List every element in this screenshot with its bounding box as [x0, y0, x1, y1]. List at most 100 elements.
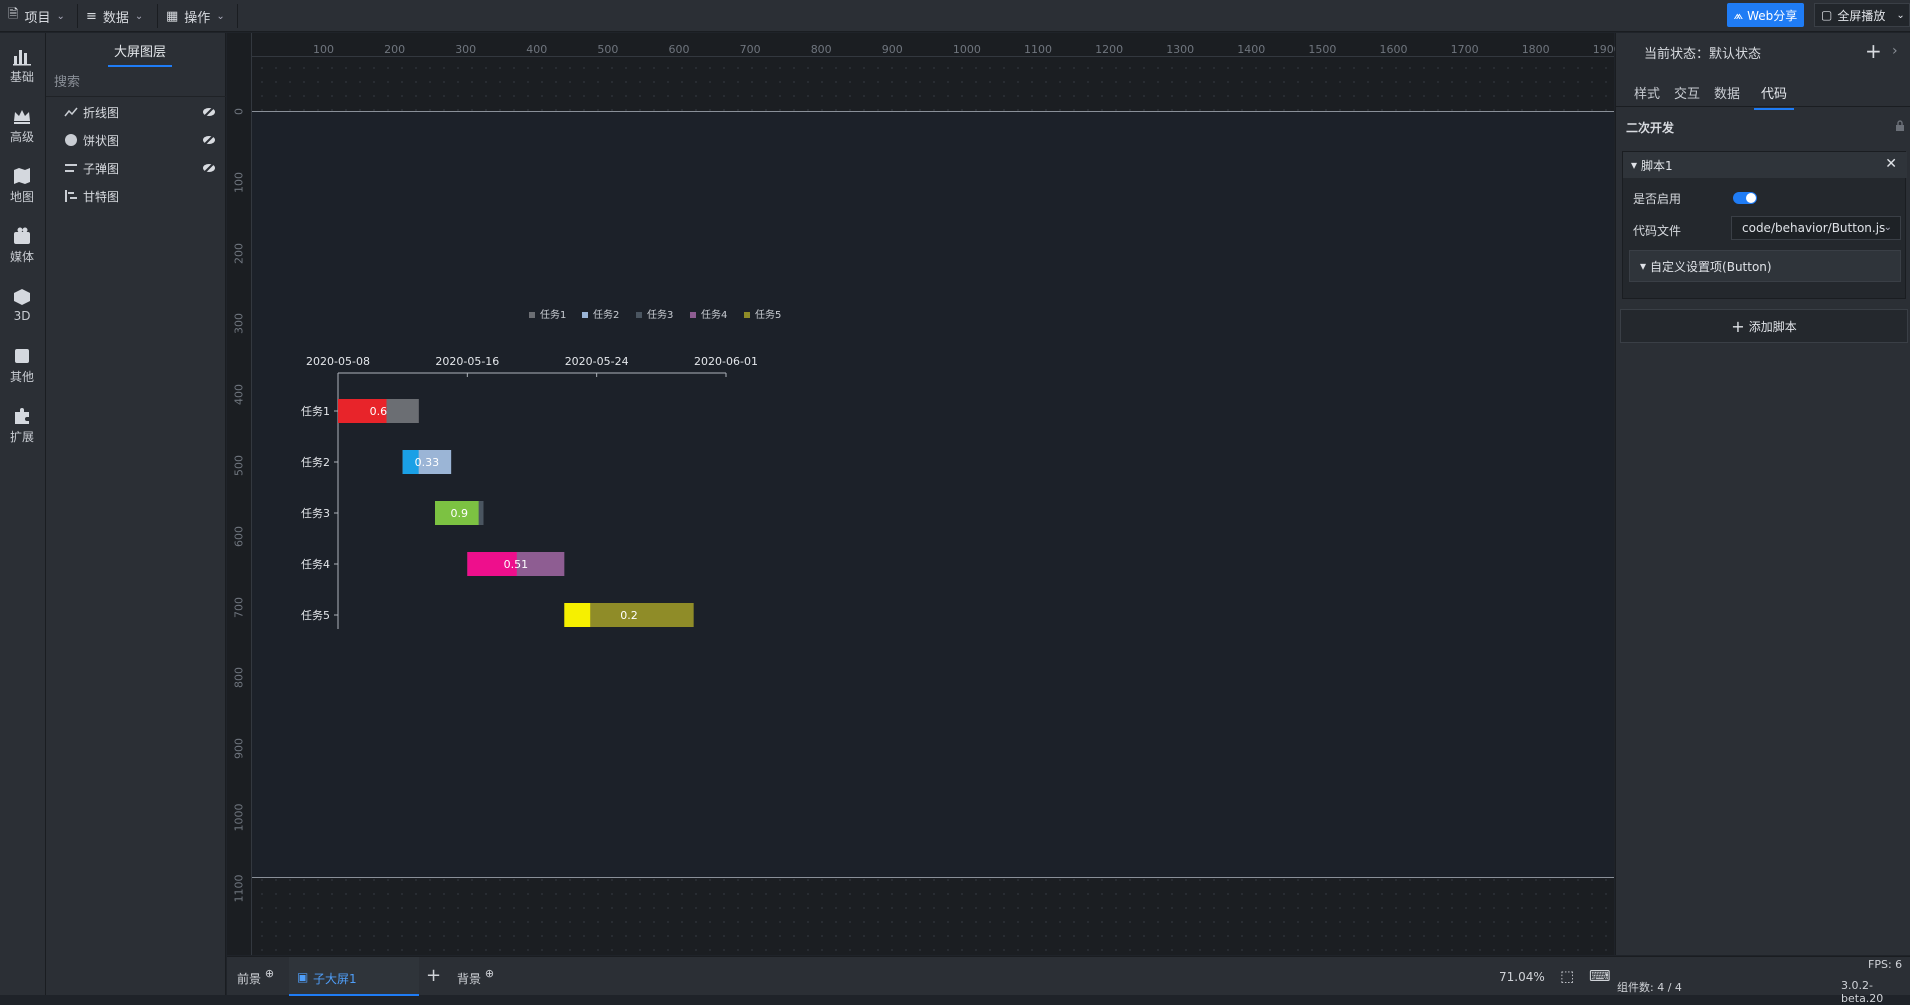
ruler-tick-label: 700 [739, 43, 761, 56]
current-state-label[interactable]: 当前状态：默认状态 [1644, 43, 1761, 62]
layer-panel-title[interactable]: 大屏图层 [108, 41, 172, 67]
add-tab-button[interactable]: + [426, 965, 441, 986]
legend-swatch [529, 312, 535, 318]
vertical-ruler: 0 100 200 300 400 500 600 700 800 900 1000 1100 [227, 33, 252, 955]
gantt-chart[interactable]: 任务1 任务2 任务3 任务4 任务5 2020-05-08 2020-05-16 2020-… [252, 112, 1614, 879]
web-share-button[interactable]: ⩕ Web分享 [1727, 3, 1804, 27]
layer-item-bullet-chart[interactable]: 子弹图 [46, 155, 226, 181]
big-screen-artboard[interactable]: 任务1 任务2 任务3 任务4 任务5 2020-05-08 2020-05-16 2020-… [252, 111, 1614, 878]
layer-item-gantt-chart[interactable]: 甘特图 [46, 183, 226, 209]
category-3d[interactable]: 3D [0, 279, 44, 331]
gantt-bar-label: 0.6 [370, 405, 388, 418]
fullscreen-label: 全屏播放 [1837, 8, 1886, 23]
chevron-down-icon: ⌄ [56, 10, 65, 22]
category-basic[interactable]: 基础 [0, 39, 44, 91]
component-category-bar: 基础 高级 地图 媒体 3D 其他 扩展 [0, 33, 46, 995]
category-advanced[interactable]: 高级 [0, 99, 44, 151]
grid-icon: ▦ [166, 8, 179, 24]
y-axis-tick-label: 任务1 [301, 405, 330, 418]
menu-label: 项目 [24, 10, 51, 26]
crown-icon [14, 109, 30, 124]
foreground-tab[interactable]: 前景 ⊕ [237, 967, 274, 987]
legend-swatch [636, 312, 642, 318]
code-file-label: 代码文件 [1633, 224, 1682, 238]
ruler-tick-label: 1100 [1024, 43, 1052, 56]
legend-label: 任务1 [540, 308, 566, 321]
ruler-tick-label: 300 [232, 313, 246, 335]
code-file-select[interactable]: code/behavior/Button.js ⌄ [1731, 216, 1901, 240]
eye-hidden-icon[interactable] [202, 133, 216, 147]
category-label: 3D [13, 309, 31, 323]
chevron-right-icon[interactable]: › [1892, 43, 1898, 59]
enabled-toggle[interactable] [1733, 192, 1757, 204]
fullscreen-button[interactable]: ▢ 全屏播放 ⌄ [1814, 3, 1910, 27]
custom-settings-group[interactable]: ▾ 自定义设置项(Button) [1629, 250, 1901, 282]
ruler-tick-label: 500 [597, 43, 619, 56]
ruler-tick-label: 400 [232, 384, 246, 406]
chevron-down-icon: ⌄ [134, 10, 144, 22]
menu-project[interactable]: 🗎 项目 ⌄ [0, 4, 78, 28]
caret-down-icon: ▾ [1631, 158, 1638, 172]
layer-label: 折线图 [83, 105, 120, 120]
add-circle-icon[interactable]: ⊕ [485, 967, 494, 980]
y-axis-tick-label: 任务3 [301, 507, 330, 520]
eye-hidden-icon[interactable] [202, 105, 216, 119]
ruler-tick-label: 800 [232, 667, 246, 689]
custom-settings-label: 自定义设置项(Button) [1650, 259, 1772, 274]
chevron-down-icon: ⌄ [216, 10, 225, 22]
zoom-level[interactable]: 71.04% [1499, 970, 1545, 984]
menu-operate[interactable]: ▦ 操作 ⌄ [158, 4, 238, 28]
fit-screen-icon[interactable]: ⬚ [1560, 967, 1574, 985]
category-other[interactable]: 其他 [0, 339, 44, 391]
gantt-bar-progress [564, 603, 591, 627]
legend-swatch [690, 312, 696, 318]
layer-label: 子弹图 [83, 161, 120, 176]
x-axis-tick-label: 2020-05-08 [306, 355, 370, 368]
ruler-tick-label: 1700 [1450, 43, 1479, 56]
share-icon: ⩕ [1733, 7, 1744, 22]
background-tab[interactable]: 背景 ⊕ [457, 967, 494, 987]
layer-item-line-chart[interactable]: 折线图 [46, 99, 226, 125]
script-header[interactable]: ▾ 脚本1 [1623, 152, 1907, 178]
lock-icon[interactable] [1894, 120, 1906, 132]
code-file-value: code/behavior/Button.js [1742, 221, 1886, 235]
menu-data[interactable]: ≡ 数据 ⌄ [78, 4, 158, 28]
add-circle-icon[interactable]: ⊕ [265, 967, 274, 980]
tab-data[interactable]: 数据 [1714, 83, 1740, 102]
category-label: 高级 [9, 129, 34, 144]
tab-style[interactable]: 样式 [1634, 83, 1660, 102]
ruler-tick-label: 800 [810, 43, 832, 56]
plus-icon: + [1731, 316, 1745, 336]
script-title: 脚本1 [1641, 158, 1673, 173]
close-icon[interactable]: ✕ [1885, 156, 1897, 172]
ruler-tick-label: 1300 [1166, 43, 1195, 56]
category-label: 基础 [9, 69, 34, 84]
category-label: 地图 [9, 189, 34, 204]
line-chart-icon [64, 107, 78, 117]
cube-icon [14, 289, 30, 305]
ruler-tick-label: 1800 [1521, 43, 1550, 56]
tab-code[interactable]: 代码 [1754, 83, 1794, 110]
properties-panel: 当前状态：默认状态 + › 样式 交互 数据 代码 二次开发 ▾ 脚本1 ✕ 是… [1615, 33, 1910, 955]
ruler-tick-label: 600 [668, 43, 690, 56]
layer-item-pie-chart[interactable]: 饼状图 [46, 127, 226, 153]
add-state-icon[interactable]: + [1865, 39, 1882, 63]
map-icon [14, 167, 30, 184]
category-extension[interactable]: 扩展 [0, 399, 44, 451]
gantt-bar-label: 0.51 [504, 558, 529, 571]
fps-readout: FPS: 6 [1868, 958, 1903, 971]
layer-search-input[interactable]: 搜索 [46, 69, 226, 97]
sub-screen-tab[interactable]: ▣ 子大屏1 [289, 957, 419, 996]
tab-interaction[interactable]: 交互 [1674, 83, 1700, 102]
enabled-label: 是否启用 [1633, 192, 1682, 206]
ruler-tick-label: 0 [232, 108, 246, 115]
keyboard-icon[interactable]: ⌨ [1589, 967, 1611, 985]
ruler-tick-label: 1400 [1237, 43, 1266, 56]
add-script-button[interactable]: + 添加脚本 [1620, 309, 1908, 343]
category-media[interactable]: 媒体 [0, 219, 44, 271]
category-map[interactable]: 地图 [0, 159, 44, 211]
ruler-tick-label: 400 [526, 43, 548, 56]
legend-swatch [744, 312, 750, 318]
eye-hidden-icon[interactable] [202, 161, 216, 175]
top-bar: 🗎 项目 ⌄ ≡ 数据 ⌄ ▦ 操作 ⌄ ⩕ Web分享 ▢ 全屏播放 ⌄ [0, 0, 1910, 32]
